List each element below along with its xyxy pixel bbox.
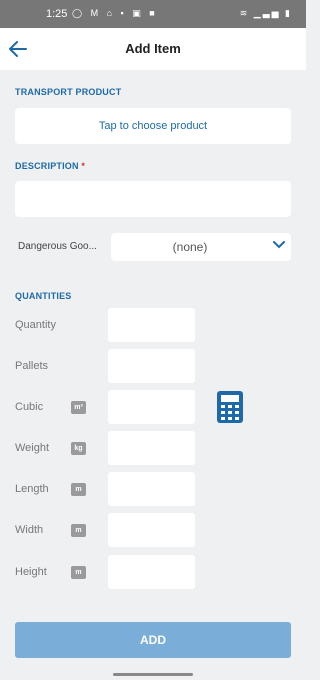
app-bar: Add Item — [0, 28, 306, 70]
width-label: Width — [15, 524, 44, 536]
cubic-label: Cubic — [15, 401, 44, 413]
weight-input[interactable] — [108, 431, 195, 465]
length-label: Length — [15, 483, 49, 495]
status-time: 1:25 — [46, 8, 68, 20]
cubic-input[interactable] — [108, 390, 195, 424]
quantity-label: Quantity — [15, 319, 56, 331]
home-indicator[interactable] — [113, 673, 193, 676]
quantities-label: QUANTITIES — [15, 291, 72, 301]
page-title: Add Item — [125, 41, 181, 56]
dangerous-goods-value: (none) — [172, 240, 208, 254]
description-label-text: DESCRIPTION — [15, 161, 79, 171]
pallets-input[interactable] — [108, 349, 195, 383]
dangerous-goods-label: Dangerous Goo... — [18, 241, 97, 252]
length-input[interactable] — [108, 472, 195, 506]
transport-product-label: TRANSPORT PRODUCT — [15, 87, 122, 97]
height-unit-badge: m — [71, 566, 86, 579]
dangerous-goods-select[interactable]: (none) — [111, 233, 291, 261]
quantity-input[interactable] — [108, 308, 195, 342]
system-icons: ≋ ▁▃▅ ▮ — [239, 8, 292, 18]
weight-label: Weight — [15, 442, 50, 454]
description-input[interactable] — [15, 181, 291, 217]
add-button[interactable]: ADD — [15, 622, 291, 658]
calculator-icon — [217, 391, 243, 423]
required-marker: * — [81, 161, 86, 171]
chevron-down-icon — [273, 241, 285, 249]
height-label: Height — [15, 566, 47, 578]
cubic-unit-badge: m³ — [71, 401, 86, 414]
width-input[interactable] — [108, 513, 195, 547]
length-unit-badge: m — [71, 483, 86, 496]
choose-product-button[interactable]: Tap to choose product — [15, 108, 291, 144]
calculator-button[interactable] — [217, 391, 243, 423]
description-label: DESCRIPTION * — [15, 161, 85, 171]
notification-icons: ◯ M ⌂ ▪ ▣ ■ — [72, 8, 158, 18]
pallets-label: Pallets — [15, 360, 49, 372]
weight-unit-badge: kg — [71, 442, 86, 455]
status-bar: 1:25 ◯ M ⌂ ▪ ▣ ■ ≋ ▁▃▅ ▮ — [0, 0, 306, 28]
width-unit-badge: m — [71, 524, 86, 537]
height-input[interactable] — [108, 555, 195, 589]
